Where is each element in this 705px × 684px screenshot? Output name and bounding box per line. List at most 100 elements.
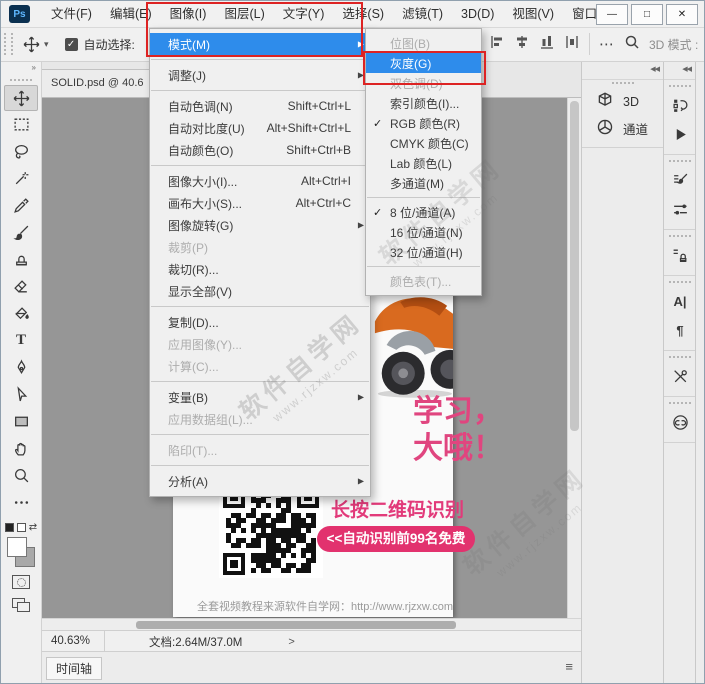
- menubar-item-6[interactable]: 滤镜(T): [393, 2, 452, 27]
- vertical-scrollbar[interactable]: [567, 97, 581, 618]
- menu-item[interactable]: 模式(M) ▶: [150, 33, 370, 55]
- history-panel-icon[interactable]: [664, 91, 696, 120]
- menu-separator: [151, 434, 369, 435]
- menu-item[interactable]: 索引颜色(I)...: [366, 93, 481, 113]
- search-icon[interactable]: [624, 34, 640, 55]
- panel-grip[interactable]: [612, 82, 634, 84]
- maximize-button[interactable]: □: [631, 4, 663, 25]
- zoom-tool-icon[interactable]: [1, 462, 41, 489]
- more-options-icon[interactable]: ⋯: [599, 35, 615, 53]
- move-tool-icon[interactable]: [4, 85, 38, 111]
- tool-preset-caret-icon[interactable]: ▾: [44, 39, 49, 50]
- status-expand-icon[interactable]: >: [288, 636, 294, 648]
- quick-mask-button[interactable]: [12, 575, 30, 589]
- timeline-menu-icon[interactable]: ≡: [565, 659, 573, 674]
- paint-bucket-tool-icon[interactable]: [1, 300, 41, 327]
- menubar-item-7[interactable]: 3D(D): [452, 2, 503, 27]
- collapse-strip-icon[interactable]: ◀◀: [664, 61, 696, 80]
- align-left-icon[interactable]: [489, 34, 505, 55]
- menu-item: 双色调(D): [390, 76, 443, 91]
- magic-wand-tool-icon[interactable]: [1, 165, 41, 192]
- brush-tool-icon[interactable]: [1, 219, 41, 246]
- character-panel-icon[interactable]: A|: [664, 287, 696, 316]
- brush-settings-panel-icon[interactable]: [664, 166, 696, 195]
- type-tool-icon[interactable]: T: [1, 327, 41, 354]
- horizontal-scrollbar-thumb[interactable]: [136, 621, 456, 629]
- toolbar-expand-icon[interactable]: »: [1, 61, 41, 77]
- lasso-tool-icon[interactable]: [1, 138, 41, 165]
- align-center-icon[interactable]: [514, 34, 530, 55]
- paragraph-panel-icon[interactable]: ¶: [664, 316, 696, 345]
- channels-panel-tab[interactable]: 通道: [582, 115, 664, 142]
- path-selection-tool-icon[interactable]: [1, 381, 41, 408]
- menu-item[interactable]: 显示全部(V): [150, 280, 370, 302]
- vertical-scrollbar-thumb[interactable]: [570, 101, 579, 431]
- minimize-button[interactable]: —: [596, 4, 628, 25]
- menubar-item-2[interactable]: 图像(I): [161, 2, 216, 27]
- document-size-info: 文档:2.64M/37.0M: [149, 636, 243, 649]
- zoom-level-field[interactable]: 40.63%: [41, 631, 106, 652]
- brushes-panel-icon[interactable]: [664, 195, 696, 224]
- default-swap-colors[interactable]: ⇄: [1, 520, 41, 534]
- menubar-item-5[interactable]: 选择(S): [333, 2, 393, 27]
- menu-item[interactable]: CMYK 颜色(C): [366, 133, 481, 153]
- clone-stamp-tool-icon[interactable]: [1, 246, 41, 273]
- default-colors-icon[interactable]: [4, 522, 14, 532]
- menubar-item-0[interactable]: 文件(F): [42, 2, 101, 27]
- submenu-arrow-icon: ▶: [357, 70, 364, 80]
- eraser-tool-icon[interactable]: [1, 273, 41, 300]
- menu-item[interactable]: 分析(A) ▶: [150, 470, 370, 492]
- swap-colors-icon[interactable]: ⇄: [29, 522, 37, 533]
- menu-item[interactable]: Lab 颜色(L): [366, 153, 481, 173]
- menu-item[interactable]: 图像大小(I)... Alt+Ctrl+I: [150, 170, 370, 192]
- menu-item[interactable]: 16 位/通道(N): [366, 222, 481, 242]
- tool-presets-panel-icon[interactable]: [664, 362, 696, 391]
- menubar-item-4[interactable]: 文字(Y): [274, 2, 334, 27]
- menubar-item-8[interactable]: 视图(V): [503, 2, 563, 27]
- menu-item[interactable]: 变量(B) ▶: [150, 386, 370, 408]
- hand-tool-icon[interactable]: [1, 435, 41, 462]
- menu-item[interactable]: ✓ RGB 颜色(R): [366, 113, 481, 133]
- eyedropper-tool-icon[interactable]: [1, 192, 41, 219]
- menubar-item-1[interactable]: 编辑(E): [101, 2, 161, 27]
- checkmark-icon: ✓: [373, 206, 383, 219]
- move-tool-option-icon[interactable]: [23, 36, 40, 53]
- toolbar-grip[interactable]: [10, 79, 32, 81]
- panel-group: [664, 230, 696, 276]
- menu-shortcut: Alt+Ctrl+C: [295, 196, 351, 210]
- auto-select-checkbox[interactable]: ✓: [64, 37, 78, 51]
- timeline-tab[interactable]: 时间轴: [46, 657, 102, 680]
- clone-source-panel-icon[interactable]: [664, 241, 696, 270]
- align-bottom-icon[interactable]: [539, 34, 555, 55]
- qr-finder: [223, 553, 245, 575]
- creative-cloud-icon[interactable]: [664, 408, 696, 437]
- actions-panel-icon[interactable]: [664, 120, 696, 149]
- menu-item[interactable]: 32 位/通道(H): [366, 242, 481, 262]
- close-button[interactable]: ✕: [666, 4, 698, 25]
- menubar-item-3[interactable]: 图层(L): [215, 2, 273, 27]
- menu-item[interactable]: 裁切(R)...: [150, 258, 370, 280]
- options-bar-grip[interactable]: [4, 33, 13, 55]
- menu-item[interactable]: ✓ 8 位/通道(A): [366, 202, 481, 222]
- menu-item[interactable]: 灰度(G): [366, 53, 481, 73]
- options-divider: [589, 33, 590, 55]
- menu-item[interactable]: 图像旋转(G) ▶: [150, 214, 370, 236]
- rectangular-marquee-tool-icon[interactable]: [1, 111, 41, 138]
- menu-item[interactable]: 自动对比度(U) Alt+Shift+Ctrl+L: [150, 117, 370, 139]
- screen-mode-button[interactable]: [12, 598, 30, 612]
- menu-item[interactable]: 自动颜色(O) Shift+Ctrl+B: [150, 139, 370, 161]
- foreground-color-swatch[interactable]: [7, 537, 27, 557]
- menu-item[interactable]: 多通道(M): [366, 173, 481, 193]
- menu-item[interactable]: 调整(J) ▶: [150, 64, 370, 86]
- panel-group: [664, 80, 696, 155]
- pen-tool-icon[interactable]: [1, 354, 41, 381]
- menu-item[interactable]: 自动色调(N) Shift+Ctrl+L: [150, 95, 370, 117]
- edit-toolbar-icon[interactable]: [1, 489, 41, 516]
- 3d-panel-tab[interactable]: 3D: [582, 88, 664, 115]
- distribute-icon[interactable]: [564, 34, 580, 55]
- menu-item[interactable]: 画布大小(S)... Alt+Ctrl+C: [150, 192, 370, 214]
- default-colors-icon-bg: [16, 522, 26, 532]
- collapse-panels-icon[interactable]: ◀◀: [582, 61, 664, 80]
- menu-item[interactable]: 复制(D)...: [150, 311, 370, 333]
- rectangle-tool-icon[interactable]: [1, 408, 41, 435]
